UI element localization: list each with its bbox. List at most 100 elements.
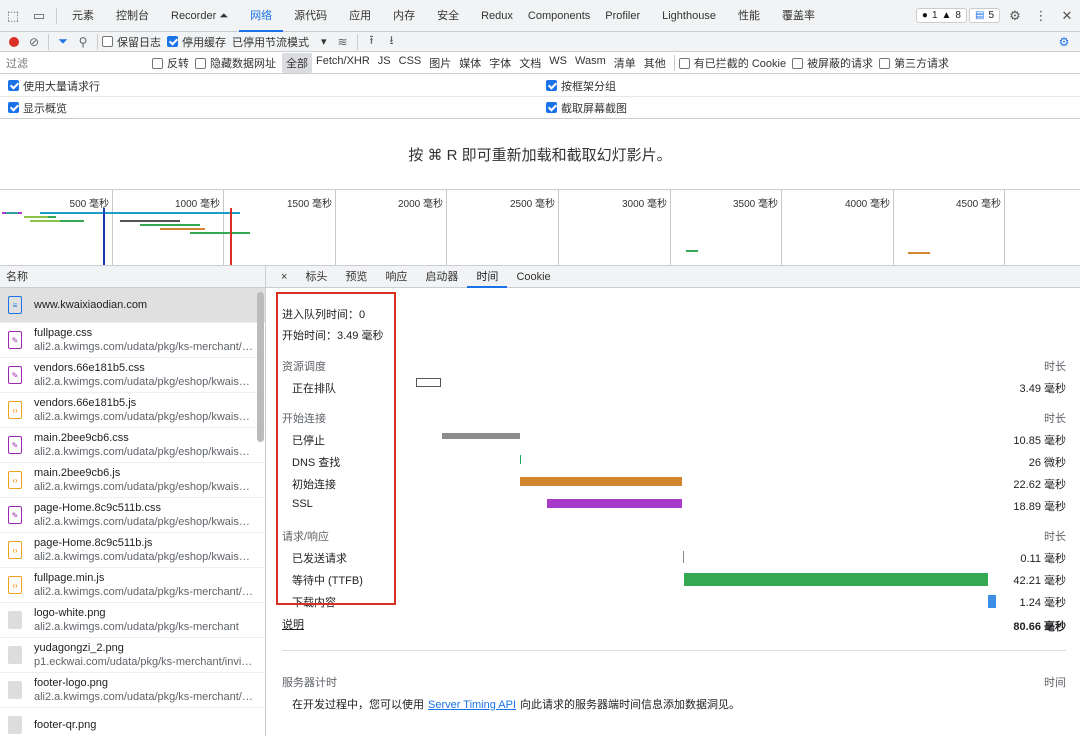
img-file-icon [8, 646, 22, 664]
large-rows-label: 使用大量请求行 [23, 80, 100, 93]
messages-badge[interactable]: ▤ 5 [968, 8, 1000, 23]
duration-header: 时长 [1044, 361, 1066, 373]
settings-gear-icon[interactable]: ⚙ [1002, 0, 1028, 32]
tab-11[interactable]: Lighthouse [651, 0, 727, 32]
device-toolbar-icon[interactable]: ▭ [26, 0, 52, 32]
filter-type-0[interactable]: 全部 [282, 53, 312, 73]
server-timing-api-link[interactable]: Server Timing API [428, 699, 516, 711]
filter-type-4[interactable]: 图片 [425, 53, 455, 73]
blocked-requests-checkbox[interactable]: 被屏蔽的请求 [792, 55, 873, 71]
filter-type-10[interactable]: 清单 [610, 53, 640, 73]
request-row[interactable]: ✎ page-Home.8c9c511b.css ali2.a.kwimgs.com… [0, 498, 265, 533]
options-row-1: 使用大量请求行 按框架分组 [0, 75, 1080, 97]
tab-8[interactable]: Redux [470, 0, 524, 32]
request-url: ali2.a.kwimgs.com/udata/pkg/ks-merchant/… [34, 691, 254, 703]
filter-input[interactable]: 过滤 [6, 55, 152, 71]
filter-type-11[interactable]: 其他 [640, 53, 670, 73]
network-overview[interactable]: 500 毫秒 1000 毫秒 1500 毫秒 2000 毫秒 2500 毫秒 3000 毫… [0, 190, 1080, 266]
divider [356, 33, 358, 50]
css-file-icon: ✎ [8, 331, 22, 349]
request-row[interactable]: footer-qr.png [0, 708, 265, 736]
tab-4[interactable]: 源代码 [283, 0, 338, 32]
timing-value: 10.85 毫秒 [1013, 435, 1066, 447]
preserve-log-checkbox[interactable]: 保留日志 [102, 34, 161, 50]
request-row[interactable]: yudagongzi_2.png p1.eckwai.com/udata/pkg/… [0, 638, 265, 673]
section-divider [282, 650, 1066, 651]
tab-12[interactable]: 性能 [727, 0, 771, 32]
error-count: 1 [931, 10, 938, 21]
request-row[interactable]: ≡ www.kwaixiaodian.com [0, 288, 265, 323]
inspect-element-icon[interactable]: ⬚ [0, 0, 26, 32]
request-name: vendors.66e181b5.js [34, 397, 137, 409]
hide-data-urls-checkbox[interactable]: 隐藏数据网址 [195, 55, 276, 71]
invert-checkbox[interactable]: 反转 [152, 55, 189, 71]
request-row[interactable]: ‹› fullpage.min.js ali2.a.kwimgs.com/udata… [0, 568, 265, 603]
request-row[interactable]: logo-white.png ali2.a.kwimgs.com/udata/pk… [0, 603, 265, 638]
detail-tab-4[interactable]: 启动器 [416, 266, 467, 288]
request-row[interactable]: ✎ vendors.66e181b5.css ali2.a.kwimgs.com/u… [0, 358, 265, 393]
detail-tab-1[interactable]: 标头 [296, 266, 336, 288]
request-list-scrollbar[interactable] [257, 292, 264, 442]
request-row[interactable]: ✎ main.2bee9cb6.css ali2.a.kwimgs.com/udat… [0, 428, 265, 463]
throttle-select[interactable]: 已停用节流模式 ▾ [232, 34, 327, 50]
tab-2[interactable]: Recorder ⏶ [160, 0, 239, 32]
filter-type-6[interactable]: 字体 [485, 53, 515, 73]
tab-10[interactable]: Profiler [601, 0, 651, 32]
overview-gridline [335, 190, 336, 265]
close-details-icon[interactable]: × [272, 266, 296, 288]
filter-type-8[interactable]: WS [545, 53, 571, 73]
group-by-frame-checkbox[interactable]: 按框架分组 [546, 78, 616, 94]
network-settings-gear-icon[interactable]: ⚙ [1054, 32, 1074, 52]
name-column-header[interactable]: 名称 [0, 266, 265, 288]
disable-cache-checkbox[interactable]: 停用缓存 [167, 34, 226, 50]
filter-type-7[interactable]: 文档 [515, 53, 545, 73]
tab-7[interactable]: 安全 [426, 0, 470, 32]
record-icon[interactable] [4, 32, 24, 52]
filter-type-5[interactable]: 媒体 [455, 53, 485, 73]
tab-3[interactable]: 网络 [239, 0, 284, 32]
checkbox-icon [879, 57, 891, 69]
tab-1[interactable]: 控制台 [105, 0, 160, 32]
checkbox-icon [678, 57, 690, 69]
img-file-icon [8, 611, 22, 629]
export-har-icon[interactable]: ⭳ [382, 32, 402, 52]
detail-tab-5[interactable]: 时间 [467, 266, 508, 288]
tab-0[interactable]: 元素 [61, 0, 105, 32]
issues-badge[interactable]: ● 1 ▲ 8 [915, 8, 967, 23]
request-row[interactable]: ‹› vendors.66e181b5.js ali2.a.kwimgs.com/u… [0, 393, 265, 428]
clear-icon[interactable]: ⊘ [24, 32, 44, 52]
detail-tab-2[interactable]: 预览 [336, 266, 376, 288]
img-file-icon [8, 716, 22, 734]
filter-type-3[interactable]: CSS [395, 53, 426, 73]
third-party-checkbox[interactable]: 第三方请求 [879, 55, 949, 71]
more-options-icon[interactable]: ⋮ [1028, 0, 1054, 32]
network-conditions-icon[interactable]: ≋ [333, 32, 353, 52]
request-row[interactable]: footer-logo.png ali2.a.kwimgs.com/udata/p… [0, 673, 265, 708]
capture-screenshots-checkbox[interactable]: 截取屏幕截图 [546, 100, 627, 116]
request-row[interactable]: ‹› main.2bee9cb6.js ali2.a.kwimgs.com/udat… [0, 463, 265, 498]
overview-tick-label: 3500 毫秒 [732, 199, 778, 210]
tab-6[interactable]: 内存 [382, 0, 426, 32]
request-row[interactable]: ‹› page-Home.8c9c511b.js ali2.a.kwimgs.com… [0, 533, 265, 568]
disable-cache-label: 停用缓存 [182, 36, 226, 49]
divider [97, 33, 98, 50]
detail-tab-3[interactable]: 响应 [376, 266, 416, 288]
detail-tab-6[interactable]: Cookie [507, 266, 559, 288]
overview-tick-label: 2000 毫秒 [397, 199, 443, 210]
explanation-link[interactable]: 说明 [282, 616, 304, 632]
warning-count: 8 [955, 10, 961, 21]
filter-type-1[interactable]: Fetch/XHR [312, 53, 374, 73]
blocked-cookies-checkbox[interactable]: 有已拦截的 Cookie [678, 55, 786, 71]
filter-icon[interactable]: ⏷ [53, 32, 73, 52]
tab-13[interactable]: 覆盖率 [771, 0, 826, 32]
filter-type-2[interactable]: JS [374, 53, 395, 73]
tab-5[interactable]: 应用 [338, 0, 382, 32]
filter-type-9[interactable]: Wasm [571, 53, 610, 73]
close-icon[interactable]: ✕ [1054, 0, 1080, 32]
large-rows-checkbox[interactable]: 使用大量请求行 [8, 78, 100, 94]
search-icon[interactable]: ⚲ [73, 32, 93, 52]
import-har-icon[interactable]: ⭱ [362, 32, 382, 52]
request-row[interactable]: ✎ fullpage.css ali2.a.kwimgs.com/udata/pkg… [0, 323, 265, 358]
tab-9[interactable]: Components [524, 0, 601, 32]
show-overview-checkbox[interactable]: 显示概览 [8, 100, 67, 116]
